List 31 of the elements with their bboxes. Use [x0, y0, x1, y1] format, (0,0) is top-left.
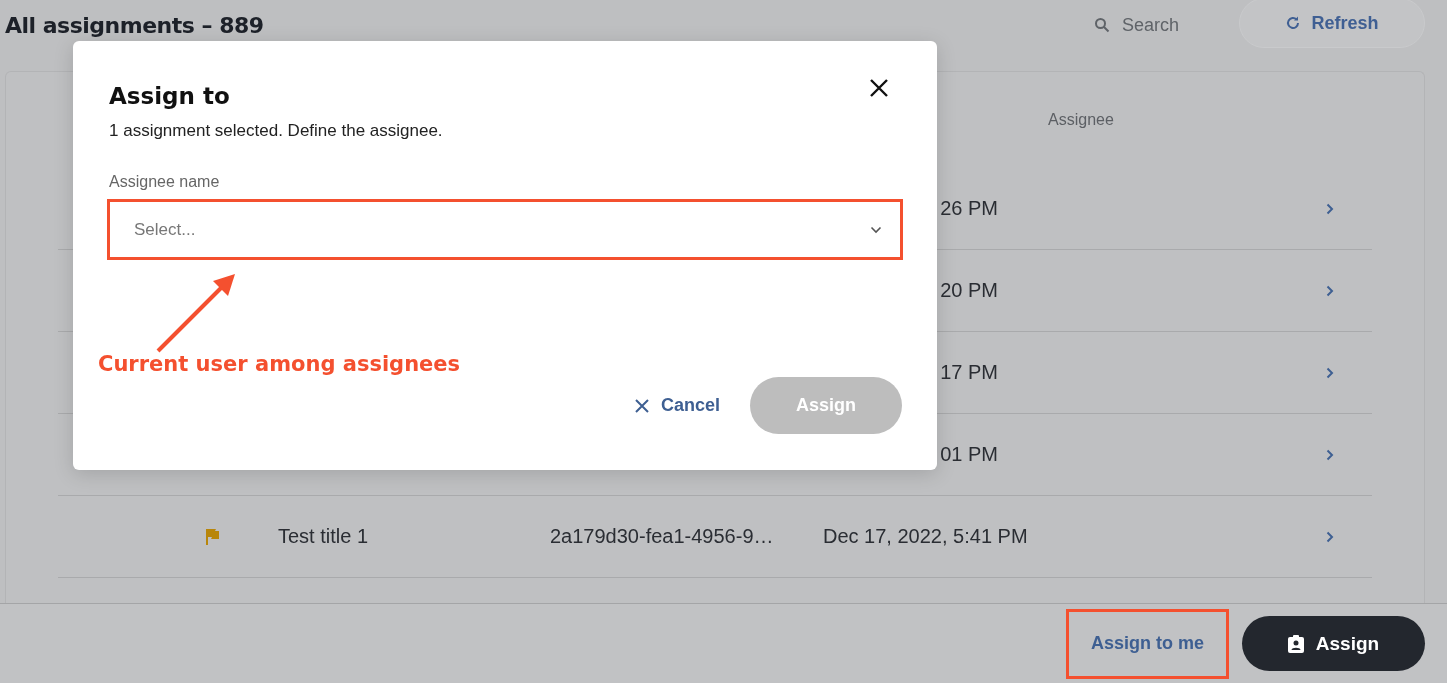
annotation-text: Current user among assignees [98, 352, 461, 376]
assign-to-me-link[interactable]: Assign to me [1066, 608, 1229, 679]
refresh-button[interactable]: Refresh [1239, 0, 1425, 48]
search-icon [1093, 17, 1110, 33]
chevron-right-icon[interactable] [1326, 366, 1334, 379]
chevron-right-icon[interactable] [1326, 448, 1334, 461]
table-cell-text: Test title 1 [278, 525, 370, 548]
assignee-select[interactable]: Select... [107, 199, 903, 260]
table-cell-text: 2a179d30-fea1-4956-9… [550, 525, 775, 548]
select-input[interactable]: Select... [132, 218, 870, 241]
cancel-button[interactable]: Cancel [628, 394, 726, 417]
close-icon[interactable] [869, 78, 889, 98]
table-cell-text: 17 PM [939, 361, 998, 384]
column-header: Assignee [1048, 111, 1114, 129]
chevron-down-icon [870, 225, 882, 234]
table-cell-text: Dec 17, 2022, 5:41 PM [823, 525, 1029, 548]
table-cell-text: 01 PM [939, 443, 998, 466]
search-field[interactable]: Search [1121, 14, 1179, 36]
page-title: All assignments – 889 [5, 12, 265, 38]
chevron-right-icon[interactable] [1326, 284, 1334, 297]
refresh-icon [1285, 15, 1302, 31]
dialog-title: Assign to [109, 83, 230, 109]
clipboard-person-icon [1287, 634, 1304, 653]
close-icon [634, 398, 649, 413]
chevron-right-icon[interactable] [1326, 202, 1334, 215]
field-label: Assignee name [109, 173, 221, 191]
table-cell-text: 26 PM [939, 197, 998, 220]
dialog-subtitle: 1 assignment selected. Define the assignee. [109, 121, 444, 141]
assign-button[interactable]: Assign [1242, 616, 1425, 671]
chevron-right-icon[interactable] [1326, 530, 1334, 543]
table-cell-text: 20 PM [939, 279, 998, 302]
